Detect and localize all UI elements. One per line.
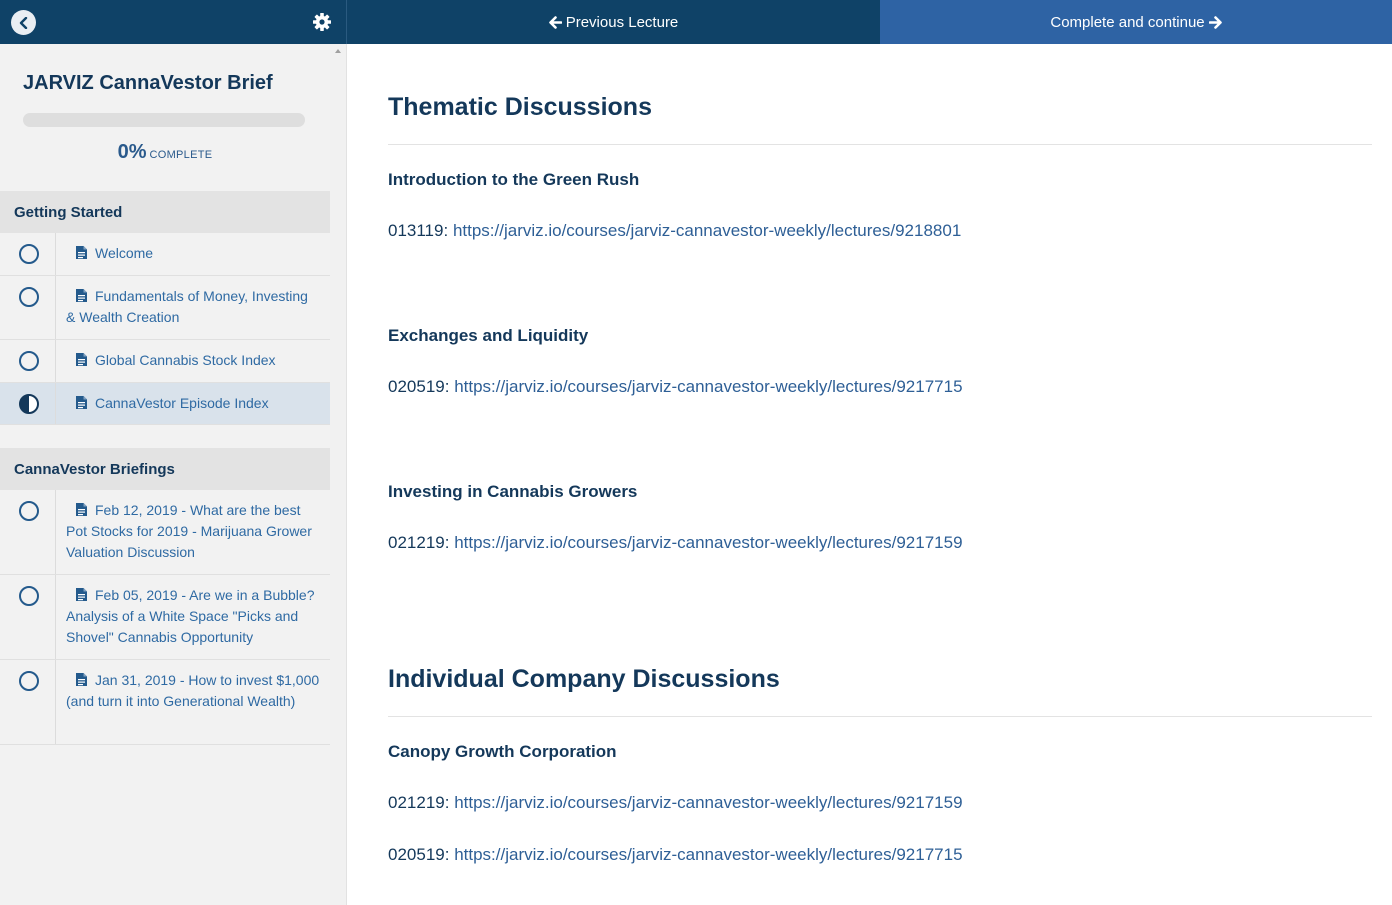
lesson-label-text: Fundamentals of Money, Investing & Wealt… (66, 288, 308, 325)
lesson-item[interactable]: Feb 12, 2019 - What are the best Pot Sto… (0, 490, 330, 575)
lecture-content: Thematic Discussions Introduction to the… (348, 44, 1392, 905)
complete-and-continue-button[interactable]: Complete and continue (880, 0, 1392, 44)
topic-title: Exchanges and Liquidity (388, 326, 589, 345)
document-icon (76, 353, 87, 366)
lesson-item[interactable]: Global Cannabis Stock Index (0, 340, 330, 383)
status-circle-icon (19, 351, 39, 371)
lecture-code: 020519: (388, 377, 450, 396)
sidebar-scrollbar[interactable] (330, 44, 347, 905)
complete-and-continue-label: Complete and continue (1050, 13, 1205, 31)
section-heading: Thematic Discussions (388, 93, 652, 121)
lesson-label: Welcome (66, 243, 320, 264)
lesson-status-cell (0, 383, 56, 424)
previous-lecture-button[interactable]: Previous Lecture (347, 0, 880, 44)
topic-title: Canopy Growth Corporation (388, 742, 617, 761)
chevron-left-icon (19, 16, 27, 29)
lesson-label: Global Cannabis Stock Index (66, 350, 320, 371)
status-circle-icon (19, 244, 39, 264)
lesson-status-cell (0, 575, 56, 659)
lesson-label-text: Global Cannabis Stock Index (95, 352, 276, 368)
lesson-label: Fundamentals of Money, Investing & Wealt… (66, 286, 320, 328)
lesson-status-cell (0, 490, 56, 574)
progress-percent: 0% (117, 141, 147, 163)
document-icon (76, 246, 87, 259)
sidebar-header (0, 0, 347, 44)
section-header-cannavestor-briefings: CannaVestor Briefings (0, 448, 330, 490)
lecture-link[interactable]: https://jarviz.io/courses/jarviz-cannave… (454, 845, 962, 864)
lesson-label-text: Feb 12, 2019 - What are the best Pot Sto… (66, 502, 312, 560)
lecture-link-line: 021219: https://jarviz.io/courses/jarviz… (388, 533, 963, 553)
progress-label: 0% COMPLETE (0, 141, 330, 164)
lecture-link[interactable]: https://jarviz.io/courses/jarviz-cannave… (454, 377, 962, 396)
lesson-label-text: CannaVestor Episode Index (95, 395, 269, 411)
lesson-status-cell (0, 340, 56, 382)
section-heading: Individual Company Discussions (388, 665, 780, 693)
top-navigation-bar: Previous Lecture Complete and continue (0, 0, 1392, 44)
lesson-label: CannaVestor Episode Index (66, 393, 320, 414)
status-circle-icon (19, 287, 39, 307)
topic-title: Introduction to the Green Rush (388, 170, 640, 189)
section-header-getting-started: Getting Started (0, 191, 330, 233)
lecture-link-line: 020519: https://jarviz.io/courses/jarviz… (388, 845, 963, 865)
lecture-link-line: 020519: https://jarviz.io/courses/jarviz… (388, 377, 963, 397)
lesson-label-text: Welcome (95, 245, 154, 261)
topic-title: Investing in Cannabis Growers (388, 482, 638, 501)
lecture-code: 020519: (388, 845, 450, 864)
lesson-label: Jan 31, 2019 - How to invest $1,000 (and… (66, 670, 320, 712)
lesson-item[interactable]: Jan 31, 2019 - How to invest $1,000 (and… (0, 660, 330, 745)
lesson-item[interactable]: Fundamentals of Money, Investing & Wealt… (0, 276, 330, 340)
lecture-code: 021219: (388, 793, 450, 812)
divider (388, 716, 1372, 717)
lecture-link-line: 021219: https://jarviz.io/courses/jarviz… (388, 793, 963, 813)
course-sidebar: JARVIZ CannaVestor Brief 0% COMPLETE Gett… (0, 44, 330, 905)
lecture-code: 021219: (388, 533, 450, 552)
divider (388, 144, 1372, 145)
scroll-up-arrow-icon[interactable] (335, 49, 341, 53)
progress-bar (23, 113, 305, 127)
lesson-status-cell (0, 276, 56, 339)
lecture-link-line: 013119: https://jarviz.io/courses/jarviz… (388, 221, 961, 241)
document-icon (76, 673, 87, 686)
arrow-left-icon (548, 15, 562, 29)
lesson-item[interactable]: Welcome (0, 233, 330, 276)
arrow-right-icon (1208, 15, 1222, 29)
document-icon (76, 503, 87, 516)
course-title: JARVIZ CannaVestor Brief (23, 72, 273, 94)
status-circle-icon (19, 671, 39, 691)
lesson-label: Feb 12, 2019 - What are the best Pot Sto… (66, 500, 320, 563)
lesson-item-active[interactable]: CannaVestor Episode Index (0, 383, 330, 425)
lesson-label-text: Jan 31, 2019 - How to invest $1,000 (and… (66, 672, 320, 709)
lecture-code: 013119: (388, 221, 449, 240)
settings-button[interactable] (312, 12, 332, 32)
lesson-label: Feb 05, 2019 - Are we in a Bubble? Analy… (66, 585, 320, 648)
lecture-link[interactable]: https://jarviz.io/courses/jarviz-cannave… (453, 221, 961, 240)
status-circle-icon (19, 586, 39, 606)
document-icon (76, 588, 87, 601)
lesson-status-cell (0, 233, 56, 275)
gear-icon (313, 13, 331, 31)
lesson-label-text: Feb 05, 2019 - Are we in a Bubble? Analy… (66, 587, 315, 645)
lesson-status-cell (0, 660, 56, 744)
status-circle-icon (19, 501, 39, 521)
lesson-item[interactable]: Feb 05, 2019 - Are we in a Bubble? Analy… (0, 575, 330, 660)
half-circle-icon (19, 394, 39, 414)
previous-lecture-label: Previous Lecture (565, 13, 679, 31)
document-icon (76, 289, 87, 302)
lecture-link[interactable]: https://jarviz.io/courses/jarviz-cannave… (454, 533, 962, 552)
progress-complete-word: COMPLETE (149, 149, 213, 161)
back-button[interactable] (11, 10, 36, 35)
document-icon (76, 396, 87, 409)
lecture-link[interactable]: https://jarviz.io/courses/jarviz-cannave… (454, 793, 962, 812)
